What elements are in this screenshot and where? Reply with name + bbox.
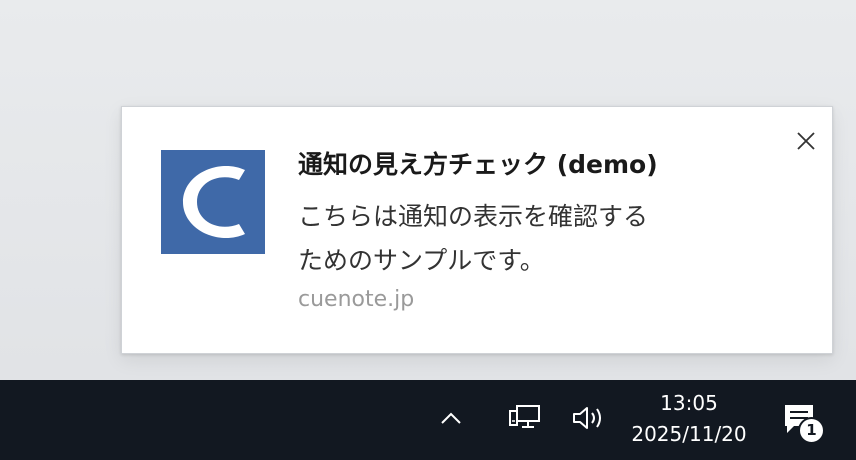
close-icon (796, 131, 816, 155)
network-icon (508, 403, 542, 437)
notification-body-line-1: こちらは通知の表示を確認する (298, 202, 649, 231)
volume-icon (571, 403, 609, 437)
action-center-button[interactable]: 1 (776, 398, 836, 448)
clock-button[interactable]: 13:05 2025/11/20 (620, 386, 758, 456)
notification-count-badge: 1 (798, 417, 825, 444)
notification-body: こちらは通知の表示を確認する ためのサンプルです。 (298, 195, 648, 283)
network-button[interactable] (505, 402, 545, 438)
volume-button[interactable] (568, 402, 612, 438)
app-logo-icon (161, 150, 265, 254)
close-button[interactable] (788, 125, 824, 161)
clock-date: 2025/11/20 (631, 422, 747, 446)
taskbar: 13:05 2025/11/20 1 (0, 380, 856, 460)
notification-title: 通知の見え方チェック (demo) (298, 150, 658, 179)
notification-source: cuenote.jp (298, 287, 415, 312)
notification-toast[interactable]: 通知の見え方チェック (demo) こちらは通知の表示を確認する ためのサンプル… (121, 106, 833, 354)
notification-body-line-2: ためのサンプルです。 (298, 246, 545, 275)
chevron-up-icon (439, 410, 463, 430)
clock-time: 13:05 (660, 391, 718, 415)
show-hidden-icons-button[interactable] (433, 402, 469, 438)
